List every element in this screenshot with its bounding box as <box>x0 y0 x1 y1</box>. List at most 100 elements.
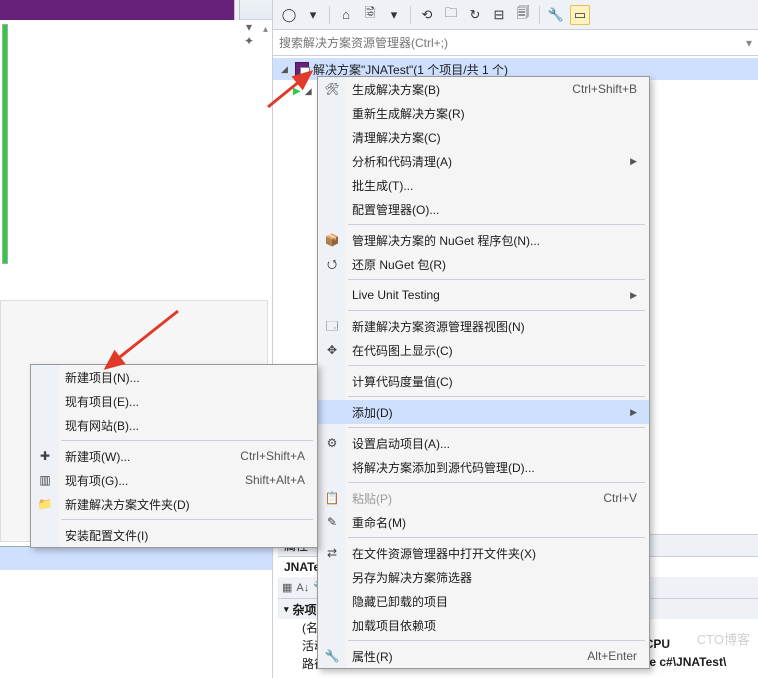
sub-item-1[interactable]: 现有项目(E)... <box>31 389 317 413</box>
sub-item-2[interactable]: 现有网站(B)... <box>31 413 317 437</box>
ctx-item-5[interactable]: 配置管理器(O)... <box>318 197 649 221</box>
preview-icon[interactable]: ▭ <box>570 5 590 25</box>
editor-tab-active[interactable] <box>0 0 234 20</box>
copy-icon[interactable]: 🗐 <box>513 5 533 25</box>
ctx-item-23[interactable]: ✎ 重命名(M) <box>318 510 649 534</box>
alphabetical-icon[interactable]: A↓ <box>296 582 309 594</box>
newfolder-icon: 📁 <box>37 496 53 512</box>
ctx-item-1[interactable]: 重新生成解决方案(R) <box>318 101 649 125</box>
ctx-item-30[interactable]: 🔧 属性(R) Alt+Enter <box>318 644 649 668</box>
editor-dropdown-icon[interactable]: ▾✦ <box>238 20 260 48</box>
menu-label: 在文件资源管理器中打开文件夹(X) <box>352 545 536 562</box>
change-indicator <box>2 24 8 264</box>
ctx-item-8[interactable]: ⭯ 还原 NuGet 包(R) <box>318 252 649 276</box>
menu-label: 新建解决方案资源管理器视图(N) <box>352 318 525 335</box>
sub-item-6[interactable]: 📁 新建解决方案文件夹(D) <box>31 492 317 516</box>
menu-label: 设置启动项目(A)... <box>352 435 450 452</box>
forward-icon[interactable]: ▾ <box>303 5 323 25</box>
build-icon: 🛠 <box>324 81 340 97</box>
menu-label: 重命名(M) <box>352 514 406 531</box>
ctx-item-0[interactable]: 🛠 生成解决方案(B) Ctrl+Shift+B <box>318 77 649 101</box>
props-icon: 🔧 <box>324 648 340 664</box>
menu-label: 粘贴(P) <box>352 490 392 507</box>
ctx-item-28[interactable]: 加载项目依赖项 <box>318 613 649 637</box>
pending-icon[interactable]: ⟲ <box>417 5 437 25</box>
categorized-icon[interactable]: ▦ <box>282 581 292 594</box>
menu-label: 在代码图上显示(C) <box>352 342 453 359</box>
watermark: CTO博客 <box>697 629 750 648</box>
menu-label: 生成解决方案(B) <box>352 81 440 98</box>
menu-label: 属性(R) <box>352 648 393 665</box>
refresh-icon[interactable]: ↻ <box>465 5 485 25</box>
newitem-icon: ✚ <box>37 448 53 464</box>
back-icon[interactable]: ◯ <box>279 5 299 25</box>
ctx-item-26[interactable]: 另存为解决方案筛选器 <box>318 565 649 589</box>
menu-label: 分析和代码清理(A) <box>352 153 452 170</box>
shortcut-label: Shift+Alt+A <box>215 473 305 487</box>
restore-icon: ⭯ <box>324 256 340 272</box>
search-dropdown-icon[interactable]: ▾ <box>746 36 752 50</box>
ctx-item-13[interactable]: ✥在代码图上显示(C) <box>318 338 649 362</box>
ctx-item-3[interactable]: 分析和代码清理(A) ▶ <box>318 149 649 173</box>
collapse-icon[interactable]: ▾ <box>284 604 289 615</box>
openfolder-icon: ⇄ <box>324 545 340 561</box>
ctx-item-15[interactable]: 计算代码度量值(C) <box>318 369 649 393</box>
paste-icon: 📋 <box>324 490 340 506</box>
ctx-item-20[interactable]: 将解决方案添加到源代码管理(D)... <box>318 455 649 479</box>
ctx-item-4[interactable]: 批生成(T)... <box>318 173 649 197</box>
menu-label: 新建项(W)... <box>65 448 130 465</box>
submenu-arrow-icon: ▶ <box>600 407 637 418</box>
search-row: ▾ <box>273 30 758 56</box>
shortcut-label: Ctrl+Shift+A <box>210 449 305 463</box>
menu-label: 将解决方案添加到源代码管理(D)... <box>352 459 535 476</box>
shortcut-label: Alt+Enter <box>557 649 637 663</box>
ctx-item-12[interactable]: 🗔 新建解决方案资源管理器视图(N) <box>318 314 649 338</box>
shortcut-label: Ctrl+V <box>573 491 637 505</box>
collapse-icon[interactable]: ⊟ <box>489 5 509 25</box>
submenu-arrow-icon: ▶ <box>600 156 637 167</box>
shortcut-label: Ctrl+Shift+B <box>542 82 637 96</box>
dropdown-icon[interactable]: ▾ <box>384 5 404 25</box>
annotation-arrow-1 <box>263 62 323 115</box>
menu-label: 加载项目依赖项 <box>352 617 436 634</box>
ctx-item-22[interactable]: 📋 粘贴(P) Ctrl+V <box>318 486 649 510</box>
ctx-item-27[interactable]: 隐藏已卸载的项目 <box>318 589 649 613</box>
submenu-arrow-icon: ▶ <box>600 290 637 301</box>
properties-icon[interactable]: 🔧 <box>546 5 566 25</box>
menu-label: 隐藏已卸载的项目 <box>352 593 448 610</box>
sub-item-4[interactable]: ✚ 新建项(W)... Ctrl+Shift+A <box>31 444 317 468</box>
menu-label: 重新生成解决方案(R) <box>352 105 465 122</box>
menu-label: 还原 NuGet 包(R) <box>352 256 446 273</box>
menu-label: 现有项(G)... <box>65 472 128 489</box>
ctx-item-10[interactable]: Live Unit Testing▶ <box>318 283 649 307</box>
sub-item-5[interactable]: ▥ 现有项(G)... Shift+Alt+A <box>31 468 317 492</box>
home-icon[interactable]: ⌂ <box>336 5 356 25</box>
search-input[interactable] <box>279 36 746 50</box>
rename-icon: ✎ <box>324 514 340 530</box>
menu-label: 管理解决方案的 NuGet 程序包(N)... <box>352 232 540 249</box>
ctx-item-19[interactable]: ⚙设置启动项目(A)... <box>318 431 649 455</box>
annotation-arrow-2 <box>98 306 188 379</box>
menu-label: 新建解决方案文件夹(D) <box>65 496 190 513</box>
ctx-item-7[interactable]: 📦 管理解决方案的 NuGet 程序包(N)... <box>318 228 649 252</box>
menu-label: 批生成(T)... <box>352 177 413 194</box>
ctx-item-25[interactable]: ⇄ 在文件资源管理器中打开文件夹(X) <box>318 541 649 565</box>
ctx-item-2[interactable]: 清理解决方案(C) <box>318 125 649 149</box>
menu-label: 添加(D) <box>352 404 393 421</box>
sub-item-8[interactable]: 安装配置文件(I) <box>31 523 317 547</box>
show-all-icon[interactable]: 🗀 <box>441 5 461 25</box>
solution-context-menu: 🛠 生成解决方案(B) Ctrl+Shift+B 重新生成解决方案(R) 清理解决方案(… <box>317 76 650 669</box>
menu-label: 安装配置文件(I) <box>65 527 148 544</box>
editor-status-strip <box>0 546 272 570</box>
newview-icon: 🗔 <box>324 318 340 334</box>
sync-icon[interactable]: 🗟 <box>360 5 380 25</box>
existitem-icon: ▥ <box>37 472 53 488</box>
split-handle[interactable] <box>234 0 240 20</box>
menu-label: 另存为解决方案筛选器 <box>352 569 472 586</box>
scroll-up-icon[interactable]: ▴ <box>263 24 268 35</box>
ctx-item-17[interactable]: 添加(D) ▶ <box>318 400 649 424</box>
menu-label: 配置管理器(O)... <box>352 201 439 218</box>
nuget-icon: 📦 <box>324 232 340 248</box>
add-submenu: 新建项目(N)...现有项目(E)...现有网站(B)...✚新建项(W)...… <box>30 364 318 548</box>
menu-label: 现有项目(E)... <box>65 393 139 410</box>
